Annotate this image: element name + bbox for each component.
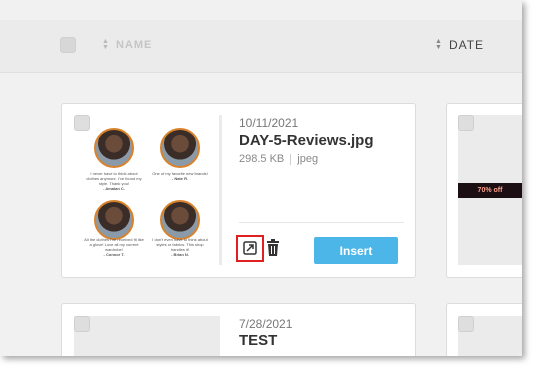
file-type: jpeg — [297, 153, 319, 165]
external-link-icon — [243, 241, 257, 255]
thumbnail-image[interactable] — [74, 316, 220, 356]
promo-banner-thumbnail: 70% off — [458, 183, 522, 198]
review-quote: I don't even have to think about styles … — [152, 237, 208, 257]
reviewer-avatar — [160, 128, 200, 168]
date-column-label: DATE — [448, 38, 485, 52]
select-all-checkbox[interactable] — [60, 37, 76, 53]
name-column-label: NAME — [115, 39, 153, 51]
divider — [290, 153, 292, 165]
file-date: 7/28/2021 — [239, 317, 293, 331]
insert-button[interactable]: Insert — [314, 237, 398, 264]
promo-text: 70% off — [477, 187, 503, 194]
review-quote: One of my favorite new brands! - Nate R. — [152, 171, 208, 181]
select-checkbox[interactable] — [74, 115, 90, 131]
sort-arrows-icon: ▲ ▼ — [435, 38, 443, 51]
file-info: 298.5 KB jpeg — [239, 153, 318, 165]
reviewer-avatar — [94, 128, 134, 168]
select-checkbox[interactable] — [458, 115, 474, 131]
review-quote: I never have to think about clothes anym… — [86, 171, 142, 191]
select-checkbox[interactable] — [74, 316, 90, 332]
thumbnail-image[interactable]: I never have to think about clothes anym… — [74, 115, 220, 265]
media-library-window: ▲ ▼ NAME ▲ ▼ DATE I never have to think ab… — [0, 0, 522, 356]
file-name: TEST — [239, 332, 278, 349]
review-quote: All the clothes I've received fit like a… — [84, 237, 144, 257]
sort-by-date[interactable]: ▲ ▼ DATE — [435, 38, 484, 52]
thumbnail-divider — [219, 115, 222, 265]
file-size: 298.5 KB — [239, 153, 285, 165]
open-external-button[interactable] — [236, 235, 264, 262]
file-date: 10/11/2021 — [239, 116, 299, 130]
delete-button[interactable] — [264, 237, 288, 261]
reviewer-avatar — [160, 200, 200, 240]
actions-divider — [239, 222, 404, 223]
sort-header: ▲ ▼ NAME ▲ ▼ DATE — [0, 20, 522, 73]
sort-by-name[interactable]: ▲ ▼ NAME — [102, 38, 153, 51]
sort-arrows-icon: ▲ ▼ — [102, 38, 110, 51]
reviewer-avatar — [94, 200, 134, 240]
select-checkbox[interactable] — [458, 316, 474, 332]
trash-icon — [267, 239, 279, 256]
file-name: DAY-5-Reviews.jpg — [239, 132, 374, 149]
